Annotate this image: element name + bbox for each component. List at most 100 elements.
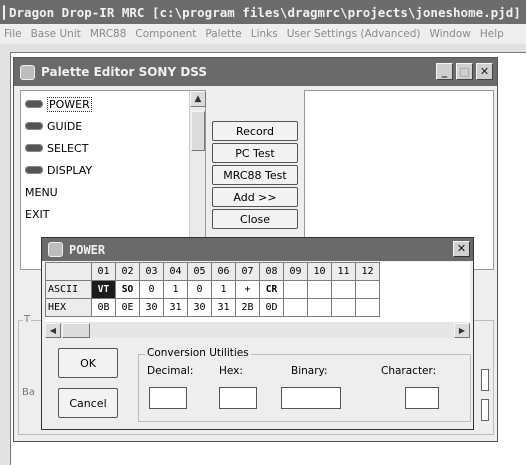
- list-item-exit[interactable]: EXIT: [25, 203, 49, 225]
- menu-mrc88[interactable]: MRC88: [90, 28, 127, 40]
- menubar: File Base Unit MRC88 Component Palette L…: [0, 24, 526, 44]
- menu-window[interactable]: Window: [429, 28, 470, 40]
- list-item-display[interactable]: DISPLAY: [25, 159, 92, 181]
- col-header: 11: [331, 262, 356, 281]
- record-button[interactable]: Record: [212, 121, 298, 141]
- power-title: POWER: [69, 242, 106, 257]
- menu-help[interactable]: Help: [480, 28, 504, 40]
- hex-cell[interactable]: [307, 298, 332, 317]
- ascii-cell[interactable]: VT: [91, 280, 116, 299]
- list-item-label: POWER: [47, 96, 92, 112]
- ascii-cell[interactable]: 1: [163, 280, 188, 299]
- minimize-icon[interactable]: _: [436, 63, 453, 80]
- ascii-cell[interactable]: +: [235, 280, 260, 299]
- col-header: 03: [139, 262, 164, 281]
- row-header-ascii: ASCII: [45, 280, 92, 299]
- col-header: 07: [235, 262, 260, 281]
- ascii-cell[interactable]: 0: [187, 280, 212, 299]
- ascii-cell[interactable]: CR: [259, 280, 284, 299]
- character-field[interactable]: [405, 387, 439, 409]
- character-label: Character:: [381, 365, 437, 377]
- app-titlebar: Dragon Drop-IR MRC [c:\program files\dra…: [0, 0, 526, 24]
- col-header: 01: [91, 262, 116, 281]
- list-item-label: DISPLAY: [47, 163, 93, 177]
- remote-button-icon: [25, 100, 43, 108]
- mrc88-test-button[interactable]: MRC88 Test: [212, 165, 298, 185]
- hex-cell[interactable]: [283, 298, 308, 317]
- menu-base-unit[interactable]: Base Unit: [31, 28, 81, 40]
- col-header: 02: [115, 262, 140, 281]
- scroll-thumb[interactable]: [62, 322, 90, 338]
- ascii-cell[interactable]: SO: [115, 280, 140, 299]
- list-item-label: MENU: [25, 185, 58, 199]
- ascii-cell[interactable]: 0: [139, 280, 164, 299]
- row-header-hex: HEX: [45, 298, 92, 317]
- ok-button[interactable]: OK: [58, 348, 118, 378]
- close-button[interactable]: Close: [212, 209, 298, 229]
- binary-field[interactable]: [281, 387, 341, 409]
- scroll-right-icon[interactable]: ▶: [454, 322, 470, 338]
- hex-row: HEX 0B 0E 30 31 30 31 2B 0D: [45, 298, 380, 317]
- hex-cell[interactable]: [331, 298, 356, 317]
- hex-cell[interactable]: 30: [139, 298, 164, 317]
- pc-test-button[interactable]: PC Test: [212, 143, 298, 163]
- group-label: T: [23, 314, 32, 325]
- menu-file[interactable]: File: [4, 28, 22, 40]
- col-header: 04: [163, 262, 188, 281]
- list-item-menu[interactable]: MENU: [25, 181, 58, 203]
- ascii-cell[interactable]: [307, 280, 332, 299]
- conversion-title: Conversion Utilities: [145, 347, 251, 359]
- grid-corner: [45, 262, 92, 281]
- list-item-label: SELECT: [47, 141, 89, 155]
- menu-links[interactable]: Links: [251, 28, 278, 40]
- hex-cell[interactable]: 31: [211, 298, 236, 317]
- binary-label: Binary:: [291, 365, 328, 377]
- menu-user-settings[interactable]: User Settings (Advanced): [287, 28, 421, 40]
- power-dialog: POWER ✕ 01 02 03 04 05 06 07 08 09 10 11…: [41, 237, 474, 430]
- col-header: 12: [355, 262, 380, 281]
- add-button[interactable]: Add >>: [212, 187, 298, 207]
- cancel-button[interactable]: Cancel: [58, 388, 118, 418]
- list-item-label: EXIT: [25, 207, 50, 221]
- hex-cell[interactable]: 31: [163, 298, 188, 317]
- list-item-select[interactable]: SELECT: [25, 137, 88, 159]
- col-header: 05: [187, 262, 212, 281]
- palette-title: Palette Editor SONY DSS: [41, 65, 208, 79]
- ascii-cell[interactable]: [355, 280, 380, 299]
- hex-cell[interactable]: 30: [187, 298, 212, 317]
- hex-cell[interactable]: 0B: [91, 298, 116, 317]
- col-header: 10: [307, 262, 332, 281]
- menu-component[interactable]: Component: [135, 28, 196, 40]
- side-label: Ba: [22, 387, 35, 398]
- ascii-cell[interactable]: [283, 280, 308, 299]
- maximize-icon: □: [456, 63, 473, 80]
- decimal-field[interactable]: [149, 387, 187, 409]
- scroll-up-icon[interactable]: ▲: [190, 91, 206, 107]
- hex-cell[interactable]: 2B: [235, 298, 260, 317]
- ascii-cell[interactable]: 1: [211, 280, 236, 299]
- ascii-cell[interactable]: [331, 280, 356, 299]
- hex-field[interactable]: [219, 387, 257, 409]
- ascii-row: ASCII VT SO 0 1 0 1 + CR: [45, 280, 380, 299]
- list-item-power[interactable]: POWER: [25, 93, 92, 115]
- hex-cell[interactable]: 0D: [259, 298, 284, 317]
- scroll-left-icon[interactable]: ◀: [45, 322, 61, 338]
- close-icon[interactable]: ✕: [453, 241, 470, 257]
- col-header: 08: [259, 262, 284, 281]
- close-icon[interactable]: ✕: [476, 63, 493, 80]
- code-grid[interactable]: 01 02 03 04 05 06 07 08 09 10 11 12 ASCI…: [45, 262, 470, 322]
- remote-button-icon: [25, 122, 43, 130]
- remote-button-icon: [25, 166, 43, 174]
- scroll-thumb[interactable]: [191, 111, 205, 151]
- hidden-field-1[interactable]: [481, 369, 489, 391]
- power-titlebar[interactable]: POWER ✕: [42, 238, 473, 261]
- power-window-icon: [48, 242, 63, 257]
- grid-horizontal-scrollbar[interactable]: ◀ ▶: [45, 322, 470, 338]
- conversion-utilities-group: Conversion Utilities Decimal: Hex: Binar…: [138, 347, 471, 422]
- list-item-guide[interactable]: GUIDE: [25, 115, 82, 137]
- menu-palette[interactable]: Palette: [205, 28, 241, 40]
- hidden-field-2[interactable]: [481, 399, 489, 421]
- hex-cell[interactable]: 0E: [115, 298, 140, 317]
- palette-titlebar[interactable]: Palette Editor SONY DSS _ □ ✕: [14, 58, 497, 86]
- hex-cell[interactable]: [355, 298, 380, 317]
